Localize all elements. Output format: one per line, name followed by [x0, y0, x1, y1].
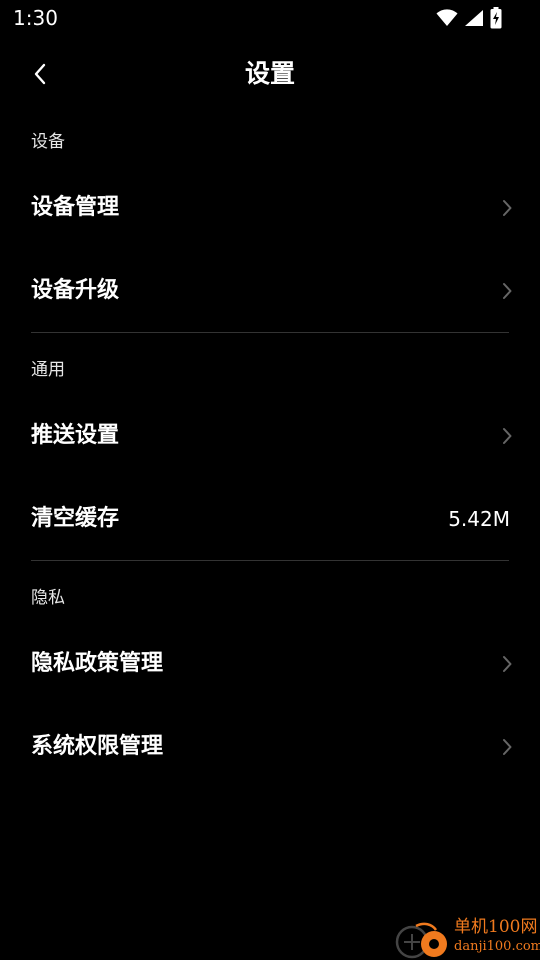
row-label: 系统权限管理 — [31, 734, 164, 759]
watermark-text-cn: 单机100网 — [454, 917, 538, 937]
chevron-right-icon — [503, 428, 512, 444]
row-label: 隐私政策管理 — [31, 651, 164, 676]
row-label: 设备升级 — [31, 278, 120, 303]
chevron-right-icon — [503, 283, 512, 299]
section-divider — [31, 332, 509, 333]
row-label: 设备管理 — [31, 195, 120, 220]
nav-bar: 设置 — [0, 46, 540, 102]
section-divider — [31, 560, 509, 561]
watermark-logo-icon — [395, 922, 447, 959]
row-push-settings[interactable]: 推送设置 — [0, 395, 540, 478]
watermark-text-en: danji100.com — [454, 939, 540, 954]
section-header-privacy: 隐私 — [31, 588, 65, 608]
status-time: 1:30 — [13, 6, 58, 30]
wifi-icon — [436, 9, 458, 27]
cache-size-value: 5.42M — [448, 507, 510, 531]
row-label: 清空缓存 — [31, 506, 120, 531]
section-header-device: 设备 — [31, 132, 65, 152]
row-device-management[interactable]: 设备管理 — [0, 167, 540, 250]
chevron-right-icon — [503, 200, 512, 216]
row-label: 推送设置 — [31, 423, 120, 448]
page-title: 设置 — [244, 59, 295, 88]
row-system-permissions[interactable]: 系统权限管理 — [0, 706, 540, 789]
watermark-text: 单机100网 danji100.com — [454, 918, 540, 956]
status-bar: 1:30 — [0, 0, 540, 36]
section-header-general: 通用 — [31, 360, 65, 380]
status-icons — [436, 7, 502, 29]
row-device-upgrade[interactable]: 设备升级 — [0, 250, 540, 333]
battery-charging-icon — [490, 7, 502, 29]
chevron-right-icon — [503, 656, 512, 672]
row-clear-cache[interactable]: 清空缓存 5.42M — [0, 478, 540, 561]
chevron-right-icon — [503, 739, 512, 755]
watermark: 单机100网 danji100.com — [390, 914, 540, 960]
cell-signal-icon — [464, 9, 484, 27]
row-privacy-policy[interactable]: 隐私政策管理 — [0, 623, 540, 706]
